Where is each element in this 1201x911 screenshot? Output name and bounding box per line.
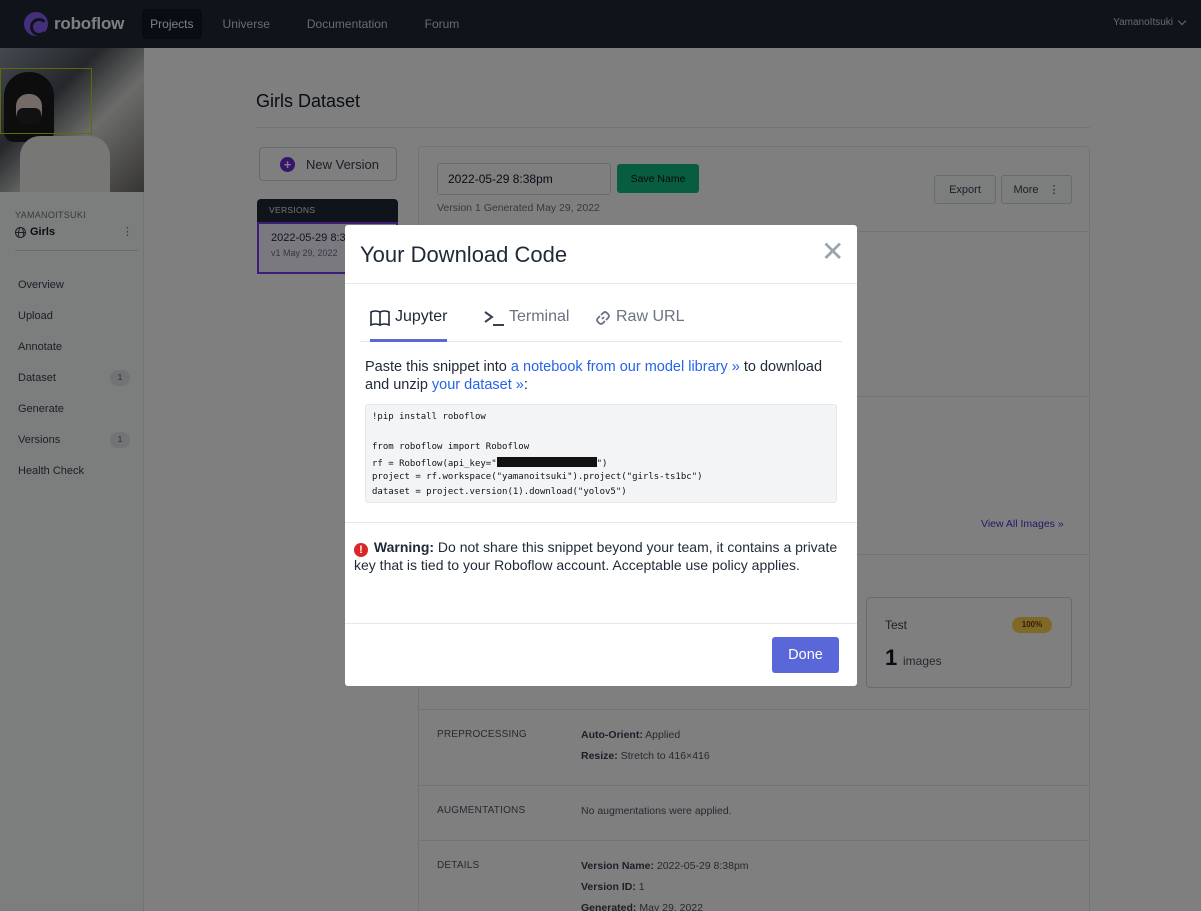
code-line: project = rf.workspace("yamanoitsuki").p…: [372, 472, 703, 482]
tab-label: Jupyter: [395, 308, 448, 325]
tab-label: Raw URL: [616, 308, 685, 325]
code-line: rf = Roboflow(api_key=" "): [372, 457, 608, 469]
divider: [345, 283, 857, 284]
code-line: from roboflow import Roboflow: [372, 442, 530, 452]
instructions: Paste this snippet into a notebook from …: [365, 359, 823, 393]
link-icon: [596, 311, 610, 325]
divider: [345, 623, 857, 624]
your-dataset-link[interactable]: your dataset »: [432, 377, 524, 393]
divider: [345, 522, 857, 523]
download-code-modal: Your Download Code ✕ Jupyter Terminal Ra…: [345, 225, 857, 686]
code-snippet[interactable]: !pip install roboflow from roboflow impo…: [365, 404, 837, 503]
done-button[interactable]: Done: [772, 637, 839, 673]
code-line: dataset = project.version(1).download("y…: [372, 487, 627, 497]
tab-raw-url[interactable]: Raw URL: [595, 308, 684, 341]
tab-jupyter[interactable]: Jupyter: [370, 308, 448, 342]
format-tabs: Jupyter Terminal Raw URL: [360, 305, 842, 342]
redacted-api-key: [496, 457, 597, 467]
exclamation-icon: !: [354, 543, 368, 557]
book-icon: [370, 310, 390, 326]
warning-message: ! Warning: Do not share this snippet bey…: [354, 539, 838, 573]
tab-label: Terminal: [509, 308, 570, 325]
close-icon[interactable]: ✕: [821, 238, 844, 266]
model-library-link[interactable]: a notebook from our model library »: [511, 359, 740, 375]
modal-title: Your Download Code: [360, 242, 568, 267]
code-line: !pip install roboflow: [372, 412, 486, 422]
tab-terminal[interactable]: Terminal: [484, 308, 569, 341]
terminal-icon: [484, 311, 504, 326]
